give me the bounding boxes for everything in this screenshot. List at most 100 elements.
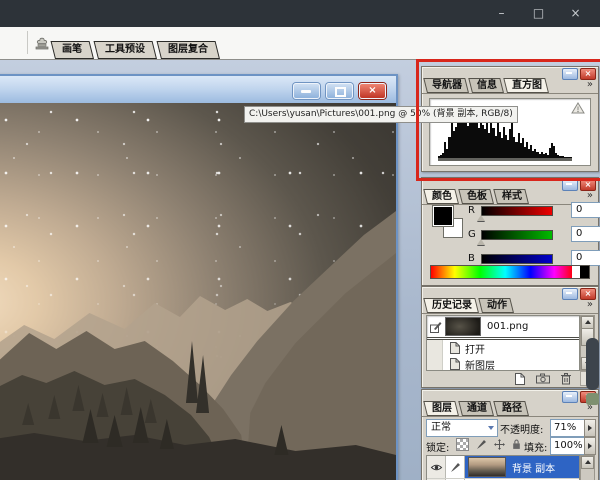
fill-field[interactable]: 100% bbox=[550, 437, 587, 455]
lock-transparency-icon[interactable] bbox=[456, 438, 469, 451]
green-slider-label: G bbox=[468, 229, 476, 240]
close-icon[interactable]: × bbox=[557, 0, 594, 27]
tab-swatches[interactable]: 色板 bbox=[462, 189, 494, 204]
fill-label: 填充: bbox=[524, 443, 548, 454]
snapshot-name: 001.png bbox=[487, 321, 529, 332]
tab-actions[interactable]: 动作 bbox=[482, 298, 514, 313]
tab-history[interactable]: 历史记录 bbox=[427, 298, 479, 313]
visibility-cell[interactable] bbox=[427, 456, 446, 478]
history-state-row[interactable]: 新图层 bbox=[427, 356, 579, 371]
tab-color[interactable]: 颜色 bbox=[427, 189, 459, 204]
red-value-field[interactable]: 0 bbox=[571, 202, 600, 218]
scroll-up-icon[interactable] bbox=[581, 456, 594, 469]
tab-channels[interactable]: 通道 bbox=[462, 401, 494, 416]
chevron-down-icon bbox=[488, 426, 494, 430]
green-value-field[interactable]: 0 bbox=[571, 226, 600, 242]
tab-paths[interactable]: 路径 bbox=[497, 401, 529, 416]
layer-edit-brush-icon bbox=[450, 462, 460, 472]
photoshop-window: – □ × 画笔 工具预设 图层复合 × C:\Users\yusan\Pict… bbox=[0, 0, 600, 480]
panel-header: × bbox=[422, 287, 598, 300]
history-list: 001.png 打开 新图层 通过拷贝的 bbox=[426, 315, 580, 371]
page-scrollbar-marker bbox=[586, 393, 599, 405]
panel-menu-icon[interactable]: » bbox=[587, 298, 593, 312]
history-state-row[interactable]: 打开 bbox=[427, 340, 579, 356]
maximize-icon[interactable]: □ bbox=[520, 0, 557, 27]
red-slider-label: R bbox=[468, 205, 475, 216]
lock-fill-row: 锁定: 填充: 100% bbox=[426, 437, 596, 455]
document-window: × bbox=[0, 74, 398, 480]
window-controls: – □ × bbox=[483, 0, 594, 27]
blend-opacity-row: 正常 不透明度: 71% bbox=[426, 419, 596, 437]
red-slider[interactable] bbox=[481, 206, 553, 216]
options-separator bbox=[27, 31, 28, 54]
layer-row-background-copy[interactable]: 背景 副本 bbox=[427, 456, 579, 479]
opacity-label: 不透明度: bbox=[500, 425, 544, 436]
delete-state-button[interactable] bbox=[557, 372, 575, 385]
camera-icon bbox=[536, 373, 550, 384]
red-slider-thumb-icon[interactable] bbox=[477, 215, 485, 221]
fill-spinner-icon[interactable] bbox=[584, 437, 596, 455]
history-footer-bar bbox=[426, 371, 595, 386]
history-state-icon bbox=[450, 342, 460, 354]
history-source-checkbox[interactable] bbox=[427, 340, 443, 356]
palette-well: 画笔 工具预设 图层复合 bbox=[55, 41, 224, 59]
blue-value-field[interactable]: 0 bbox=[571, 250, 600, 266]
tab-layer-comps[interactable]: 图层复合 bbox=[161, 41, 220, 59]
lock-label: 锁定: bbox=[426, 443, 450, 454]
panel-layers-group: × 图层 通道 路径 » 正常 不透明度: 71% 锁定: bbox=[421, 389, 599, 480]
history-state-label: 打开 bbox=[465, 344, 485, 356]
tab-layers[interactable]: 图层 bbox=[427, 401, 459, 416]
new-document-from-state-button[interactable] bbox=[511, 372, 529, 385]
lock-paint-icon[interactable] bbox=[476, 439, 487, 450]
blend-mode-select[interactable]: 正常 bbox=[426, 419, 498, 437]
page-scrollbar[interactable] bbox=[586, 338, 599, 408]
green-slider-thumb-icon[interactable] bbox=[477, 239, 485, 245]
document-window-controls: × bbox=[293, 83, 386, 99]
active-layer-cell[interactable] bbox=[446, 456, 465, 478]
opacity-spinner-icon[interactable] bbox=[584, 419, 596, 437]
history-state-icon bbox=[450, 358, 460, 370]
highlight-box bbox=[416, 59, 600, 181]
layer-main[interactable]: 背景 副本 bbox=[465, 456, 579, 478]
doc-minimize-icon[interactable] bbox=[293, 83, 320, 99]
snapshot-row[interactable]: 001.png bbox=[427, 316, 579, 340]
opacity-field[interactable]: 71% bbox=[550, 419, 587, 437]
panel-menu-icon[interactable]: » bbox=[587, 189, 593, 203]
history-brush-icon[interactable] bbox=[430, 321, 442, 333]
tab-tool-presets[interactable]: 工具预设 bbox=[98, 41, 157, 59]
app-titlebar: – □ × bbox=[0, 0, 600, 27]
lock-all-icon[interactable] bbox=[512, 439, 521, 450]
layer-list: 背景 副本 背景 bbox=[426, 455, 580, 480]
mountain-silhouettes bbox=[0, 211, 396, 480]
panel-tabs: 历史记录 动作 » bbox=[422, 298, 598, 314]
panel-history-group: × 历史记录 动作 » 001.png 打开 新图层 bbox=[421, 286, 599, 388]
blue-slider-label: B bbox=[468, 253, 475, 264]
canvas-image[interactable] bbox=[0, 103, 396, 480]
trash-icon bbox=[561, 372, 571, 384]
lock-position-icon[interactable] bbox=[494, 439, 505, 450]
green-slider[interactable] bbox=[481, 230, 553, 240]
new-snapshot-button[interactable] bbox=[534, 372, 552, 385]
document-titlebar[interactable]: × bbox=[0, 76, 396, 104]
tab-brushes[interactable]: 画笔 bbox=[55, 41, 94, 59]
history-state-label: 新图层 bbox=[465, 360, 495, 371]
layers-scrollbar[interactable] bbox=[580, 455, 595, 480]
doc-restore-icon[interactable] bbox=[326, 83, 353, 99]
panel-color-group: × 颜色 色板 样式 » R 0 G 0 B 0 bbox=[421, 177, 600, 286]
eye-icon bbox=[430, 464, 442, 470]
layer-thumbnail[interactable] bbox=[468, 457, 506, 477]
options-bar: 画笔 工具预设 图层复合 bbox=[0, 27, 600, 60]
spectrum-black-swatch[interactable] bbox=[580, 266, 589, 278]
doc-close-icon[interactable]: × bbox=[359, 83, 386, 99]
foreground-color-swatch[interactable] bbox=[432, 205, 454, 227]
snapshot-thumbnail[interactable] bbox=[445, 317, 481, 336]
color-spectrum-ramp[interactable] bbox=[430, 265, 590, 279]
brushes-palette-icon[interactable] bbox=[33, 34, 51, 51]
page-scrollbar-thumb[interactable] bbox=[586, 338, 599, 390]
panel-header: × bbox=[422, 390, 598, 403]
tab-styles[interactable]: 样式 bbox=[497, 189, 529, 204]
history-source-checkbox[interactable] bbox=[427, 356, 443, 370]
layer-name: 背景 副本 bbox=[512, 463, 556, 475]
minimize-icon[interactable]: – bbox=[483, 0, 520, 27]
blue-slider[interactable] bbox=[481, 254, 553, 264]
